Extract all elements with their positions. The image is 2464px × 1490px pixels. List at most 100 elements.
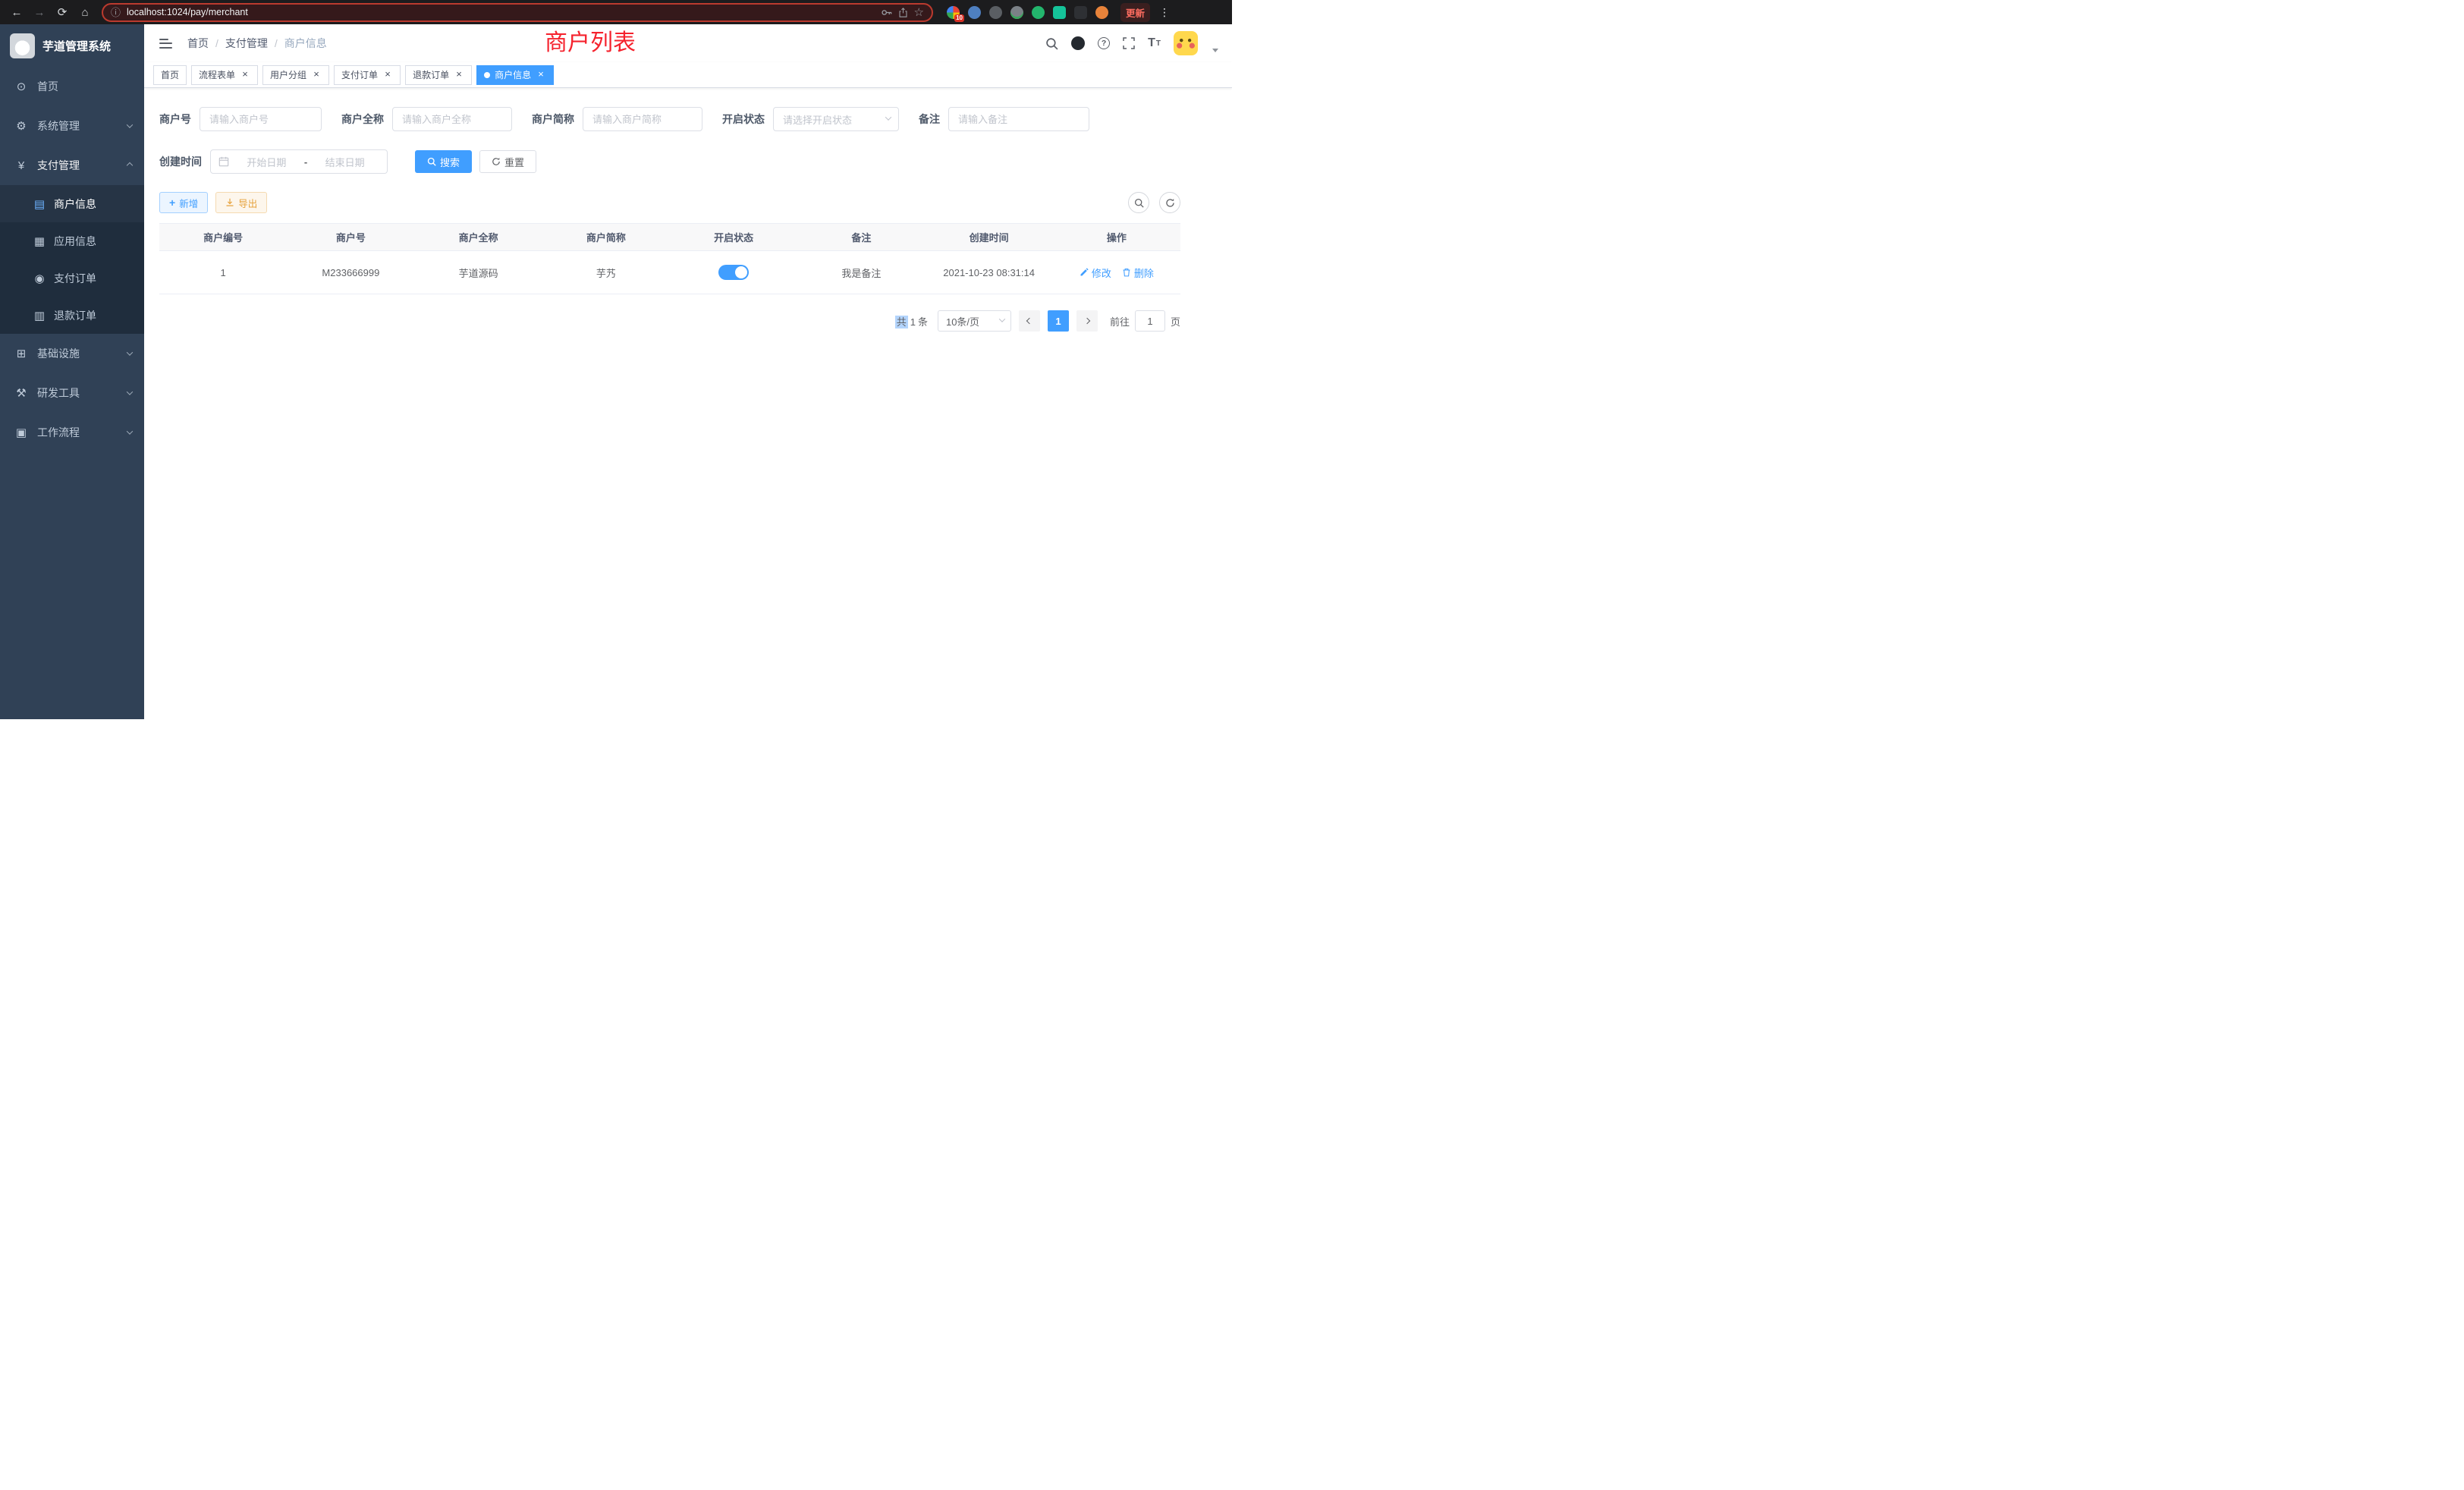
search-icon[interactable]	[1045, 37, 1058, 50]
remark-input[interactable]	[948, 107, 1089, 131]
help-icon[interactable]	[1098, 37, 1110, 49]
column-header: 商户号	[287, 224, 414, 250]
tools-icon: ⚒	[15, 386, 27, 400]
sidebar-item-payment[interactable]: ¥ 支付管理	[0, 146, 144, 185]
toggle-search-icon[interactable]	[1128, 192, 1149, 213]
sidebar-item-pay-order[interactable]: ◉ 支付订单	[0, 259, 144, 297]
sidebar-menu: ⊙ 首页 ⚙ 系统管理 ¥ 支付管理 ▤ 商户信息	[0, 67, 144, 452]
refresh-table-icon[interactable]	[1159, 192, 1180, 213]
bookmark-star-icon[interactable]	[914, 5, 924, 19]
sidebar: 芋道管理系统 ⊙ 首页 ⚙ 系统管理 ¥ 支付管理	[0, 24, 144, 719]
extension-dark-icon[interactable]	[1074, 6, 1087, 19]
column-header: 备注	[797, 224, 925, 250]
tab-home[interactable]: 首页	[153, 65, 187, 85]
status-toggle[interactable]	[718, 265, 749, 280]
extension-green-circle-icon[interactable]	[1032, 6, 1045, 19]
sidebar-item-devtools[interactable]: ⚒ 研发工具	[0, 373, 144, 413]
extension-gray-icon[interactable]	[989, 6, 1002, 19]
home-icon[interactable]: ⌂	[76, 3, 94, 21]
cell-create-time: 2021-10-23 08:31:14	[926, 251, 1053, 294]
chevron-down-icon	[127, 121, 133, 127]
close-icon[interactable]	[240, 70, 250, 80]
goto-page-input[interactable]	[1135, 310, 1165, 332]
extension-blue-icon[interactable]	[968, 6, 981, 19]
pagination-total: 共1条	[895, 314, 930, 328]
merchant-no-input[interactable]	[200, 107, 322, 131]
active-dot-icon	[484, 72, 490, 78]
pencil-icon	[1080, 268, 1089, 277]
chevron-up-icon	[127, 162, 133, 168]
sidebar-item-system[interactable]: ⚙ 系统管理	[0, 106, 144, 146]
close-icon[interactable]	[311, 70, 322, 80]
plus-icon	[169, 196, 175, 209]
sidebar-item-refund-order[interactable]: ▥ 退款订单	[0, 297, 144, 334]
address-bar[interactable]: localhost:1024/pay/merchant	[102, 3, 933, 22]
export-button[interactable]: 导出	[215, 192, 267, 213]
chevron-down-icon	[127, 349, 133, 355]
extension-colorful-icon[interactable]: 10	[947, 6, 960, 19]
share-icon[interactable]	[898, 8, 908, 17]
url-text[interactable]: localhost:1024/pay/merchant	[127, 7, 875, 17]
sidebar-item-workflow[interactable]: ▣ 工作流程	[0, 413, 144, 452]
user-avatar[interactable]	[1174, 31, 1198, 55]
browser-menu-icon[interactable]: ⋮	[1159, 6, 1170, 19]
tab-refund-order[interactable]: 退款订单	[405, 65, 472, 85]
next-page-button[interactable]	[1076, 310, 1098, 332]
status-select[interactable]: 请选择开启状态	[773, 107, 899, 131]
refresh-icon	[492, 157, 501, 166]
reload-icon[interactable]: ⟳	[53, 3, 71, 21]
extension-avatar-icon[interactable]	[1095, 6, 1108, 19]
add-button[interactable]: 新增	[159, 192, 208, 213]
tab-user-group[interactable]: 用户分组	[262, 65, 329, 85]
topbar: 首页 / 支付管理 / 商户信息 商户列表	[144, 24, 1232, 62]
tab-pay-order[interactable]: 支付订单	[334, 65, 401, 85]
full-name-label: 商户全称	[341, 112, 384, 127]
site-info-icon[interactable]	[111, 5, 121, 20]
fullscreen-icon[interactable]	[1123, 37, 1135, 49]
font-size-icon[interactable]	[1148, 36, 1161, 50]
collapse-menu-icon[interactable]	[158, 36, 174, 52]
close-icon[interactable]	[454, 70, 464, 80]
breadcrumb-payment[interactable]: 支付管理	[225, 36, 268, 51]
tab-merchant-info[interactable]: 商户信息	[476, 65, 554, 85]
page-1-button[interactable]: 1	[1048, 310, 1069, 332]
logo[interactable]: 芋道管理系统	[0, 24, 144, 67]
browser-update-button[interactable]: 更新	[1120, 3, 1150, 22]
table-toolbar: 新增 导出	[159, 192, 1180, 213]
search-button[interactable]: 搜索	[415, 150, 472, 173]
short-name-input[interactable]	[583, 107, 702, 131]
sidebar-item-app-info[interactable]: ▦ 应用信息	[0, 222, 144, 259]
page-size-select[interactable]: 10条/页	[938, 310, 1011, 332]
prev-page-button[interactable]	[1019, 310, 1040, 332]
close-icon[interactable]	[536, 70, 546, 80]
calendar-icon	[218, 156, 229, 167]
cell-full-name: 芋道源码	[415, 251, 542, 294]
back-icon[interactable]: ←	[8, 3, 26, 21]
create-time-range-picker[interactable]: 开始日期 - 结束日期	[210, 149, 388, 174]
refund-doc-icon: ▥	[33, 309, 46, 322]
extension-green-square-icon[interactable]	[1053, 6, 1066, 19]
remark-label: 备注	[919, 112, 940, 127]
start-date-placeholder[interactable]: 开始日期	[232, 155, 301, 169]
close-icon[interactable]	[382, 70, 393, 80]
sidebar-item-merchant-info[interactable]: ▤ 商户信息	[0, 185, 144, 222]
reset-button[interactable]: 重置	[479, 150, 536, 173]
tabs-bar: 首页 流程表单 用户分组 支付订单 退款订单	[144, 62, 1232, 88]
user-menu-caret-icon[interactable]	[1212, 49, 1218, 52]
forward-icon[interactable]: →	[30, 3, 49, 21]
sidebar-item-infrastructure[interactable]: ⊞ 基础设施	[0, 334, 144, 373]
extension-badge: 10	[954, 14, 964, 22]
password-key-icon[interactable]	[881, 7, 892, 18]
order-icon: ◉	[33, 272, 46, 285]
sidebar-item-home[interactable]: ⊙ 首页	[0, 67, 144, 106]
chevron-down-icon	[127, 428, 133, 434]
full-name-input[interactable]	[392, 107, 512, 131]
delete-button[interactable]: 删除	[1122, 266, 1154, 280]
end-date-placeholder[interactable]: 结束日期	[310, 155, 379, 169]
github-icon[interactable]	[1071, 36, 1085, 50]
payment-submenu: ▤ 商户信息 ▦ 应用信息 ◉ 支付订单 ▥ 退款订单	[0, 185, 144, 334]
extension-slate-icon[interactable]	[1010, 6, 1023, 19]
tab-process-form[interactable]: 流程表单	[191, 65, 258, 85]
breadcrumb-home[interactable]: 首页	[187, 36, 209, 51]
edit-button[interactable]: 修改	[1080, 266, 1111, 280]
